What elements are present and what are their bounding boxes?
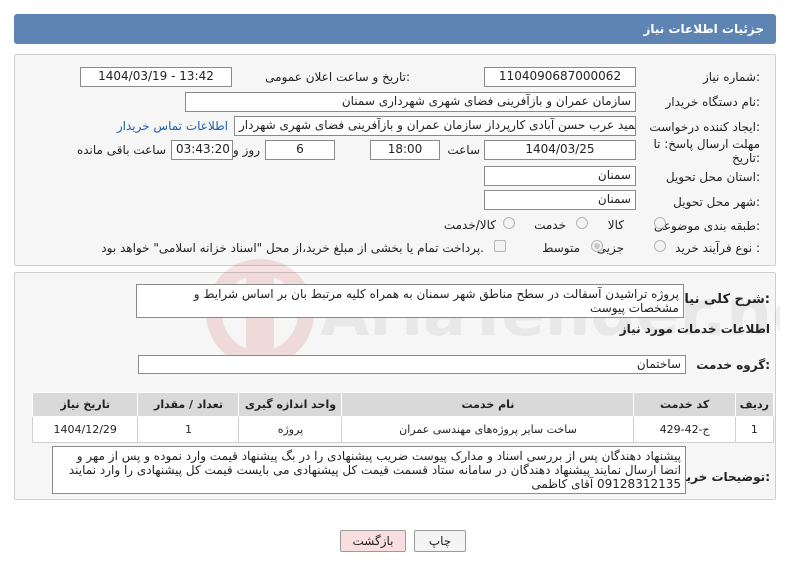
need-number-field: 1104090687000062 [484, 67, 636, 87]
col-quantity: تعداد / مقدار [137, 392, 240, 417]
announce-datetime-label: تاریخ و ساعت اعلان عمومی: [265, 70, 410, 84]
page-header: جزئیات اطلاعات نیاز [14, 14, 776, 44]
treasury-payment-note: پرداخت تمام یا بخشی از مبلغ خرید،از محل … [101, 241, 484, 255]
buyer-org-field: سازمان عمران و بازآفرینی فضای شهری شهردا… [185, 92, 636, 112]
category-goods-service-label: کالا/خدمت [443, 218, 496, 232]
process-minor-radio[interactable] [654, 240, 666, 252]
announce-datetime-field: 1404/03/19 - 13:42 [80, 67, 232, 87]
services-section-title: اطلاعات خدمات مورد نیاز [619, 322, 770, 336]
deadline-time-field: 18:00 [370, 140, 440, 160]
deadline-time-label: ساعت [447, 143, 480, 157]
col-row-number: ردیف [734, 392, 775, 417]
remaining-days-field: 6 [265, 140, 335, 160]
cell-service-name: ساخت سایر پروژه‌های مهندسی عمران [341, 416, 635, 443]
services-table: ردیف کد خدمت نام خدمت واحد اندازه گیری ت… [31, 392, 775, 443]
col-service-name: نام خدمت [341, 392, 635, 417]
buyer-org-label: نام دستگاه خریدار: [665, 95, 761, 109]
process-medium-radio[interactable] [591, 240, 603, 252]
cell-service-code: ج-42-429 [633, 416, 736, 443]
cell-unit: پروژه [238, 416, 343, 443]
province-field: سمنان [484, 166, 636, 186]
request-creator-label: ایجاد کننده درخواست: [649, 120, 760, 134]
process-type-label: نوع فرآیند خرید : [675, 241, 760, 255]
category-goods-service-radio[interactable] [503, 217, 515, 229]
deadline-label: مهلت ارسال پاسخ: تا [653, 137, 760, 151]
city-field: سمنان [484, 190, 636, 210]
category-goods-label: کالا [607, 218, 624, 232]
buyer-contact-link[interactable]: اطلاعات تماس خریدار [117, 119, 228, 133]
table-row: 1 ج-42-429 ساخت سایر پروژه‌های مهندسی عم… [31, 416, 775, 443]
process-medium-label: متوسط [542, 241, 580, 255]
col-service-code: کد خدمت [633, 392, 736, 417]
buyer-notes-field: پیشنهاد دهندگان پس از بررسی اسناد و مدار… [52, 446, 686, 494]
services-table-header: ردیف کد خدمت نام خدمت واحد اندازه گیری ت… [31, 392, 775, 417]
treasury-payment-checkbox[interactable] [494, 240, 506, 252]
deadline-date-field: 1404/03/25 [484, 140, 636, 160]
category-service-radio[interactable] [576, 217, 588, 229]
back-button[interactable]: بازگشت [340, 530, 406, 552]
city-label: شهر محل تحویل: [673, 195, 760, 209]
service-group-field: ساختمان [138, 355, 686, 374]
col-need-date: تاریخ نیاز [31, 392, 139, 417]
cell-row-number: 1 [734, 416, 775, 443]
category-service-label: خدمت [534, 218, 566, 232]
need-description-field: پروژه تراشیدن آسفالت در سطح مناطق شهر سم… [136, 284, 684, 318]
province-label: استان محل تحویل: [665, 170, 760, 184]
request-creator-field: حمید عرب حسن آبادی کارپرداز سازمان عمران… [234, 116, 636, 136]
cell-quantity: 1 [137, 416, 240, 443]
remaining-time-field: 03:43:20 [171, 140, 233, 160]
remaining-time-label: ساعت باقی مانده [76, 143, 166, 157]
need-number-label: شماره نیاز: [702, 70, 760, 84]
print-button[interactable]: چاپ [414, 530, 466, 552]
col-unit: واحد اندازه گیری [238, 392, 343, 417]
category-label: طبقه بندی موضوعی: [653, 219, 760, 233]
service-group-label: گروه خدمت: [696, 358, 770, 372]
deadline-date-label: تاریخ: [732, 151, 760, 165]
need-description-label: شرح کلی نیاز: [676, 292, 770, 307]
remaining-days-label: روز و [233, 143, 260, 157]
category-goods-radio[interactable] [654, 217, 666, 229]
cell-need-date: 1404/12/29 [31, 416, 139, 443]
